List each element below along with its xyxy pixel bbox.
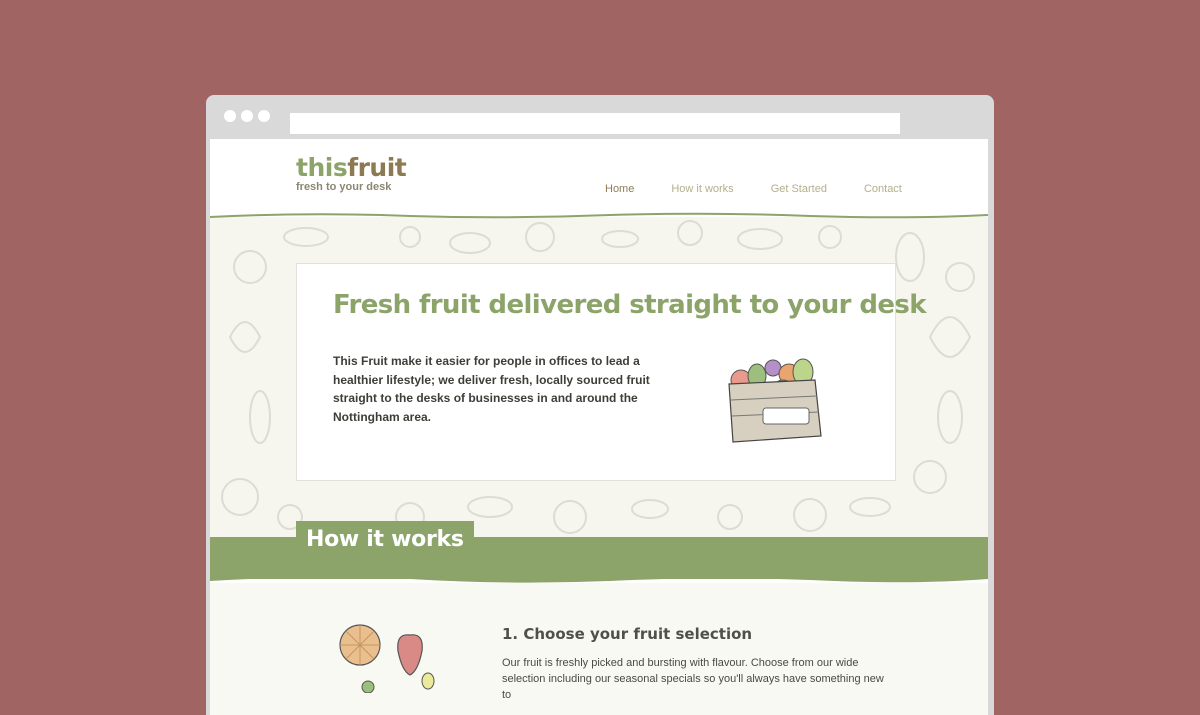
main-nav: Home How it works Get Started Contact bbox=[605, 183, 939, 195]
step-section: 1. Choose your fruit selection Our fruit… bbox=[210, 583, 988, 715]
logo-tagline: fresh to your desk bbox=[296, 181, 392, 193]
fruit-illustration-icon bbox=[339, 624, 435, 693]
site-logo[interactable]: thisfruit fresh to your desk bbox=[296, 153, 407, 193]
nav-get-started[interactable]: Get Started bbox=[771, 183, 827, 195]
logo-part-fruit: fruit bbox=[347, 153, 407, 182]
nav-how-it-works[interactable]: How it works bbox=[671, 183, 733, 195]
site-header: thisfruit fresh to your desk Home How it… bbox=[210, 139, 988, 217]
hero-title: Fresh fruit delivered straight to your d… bbox=[333, 290, 927, 320]
step-1-description: Our fruit is freshly picked and bursting… bbox=[502, 657, 884, 701]
logo-part-this: this bbox=[296, 153, 348, 182]
nav-home[interactable]: Home bbox=[605, 183, 634, 195]
nav-contact[interactable]: Contact bbox=[864, 183, 902, 195]
header-wave-divider bbox=[210, 212, 988, 219]
hero-section: Fresh fruit delivered straight to your d… bbox=[210, 217, 988, 537]
address-bar[interactable] bbox=[290, 113, 900, 134]
hero-description: This Fruit make it easier for people in … bbox=[333, 354, 650, 424]
hero-card: Fresh fruit delivered straight to your d… bbox=[296, 263, 927, 481]
step-1-title: 1. Choose your fruit selection bbox=[502, 625, 753, 643]
how-it-works-heading: How it works bbox=[296, 521, 474, 557]
close-dot-icon[interactable] bbox=[224, 110, 236, 122]
fruit-crate-illustration-icon bbox=[728, 358, 822, 443]
minimize-dot-icon[interactable] bbox=[241, 110, 253, 122]
browser-window: thisfruit fresh to your desk Home How it… bbox=[206, 95, 994, 715]
page-viewport: thisfruit fresh to your desk Home How it… bbox=[210, 139, 988, 715]
logo-wordmark: thisfruit bbox=[296, 153, 407, 183]
maximize-dot-icon[interactable] bbox=[258, 110, 270, 122]
window-controls bbox=[224, 110, 270, 122]
